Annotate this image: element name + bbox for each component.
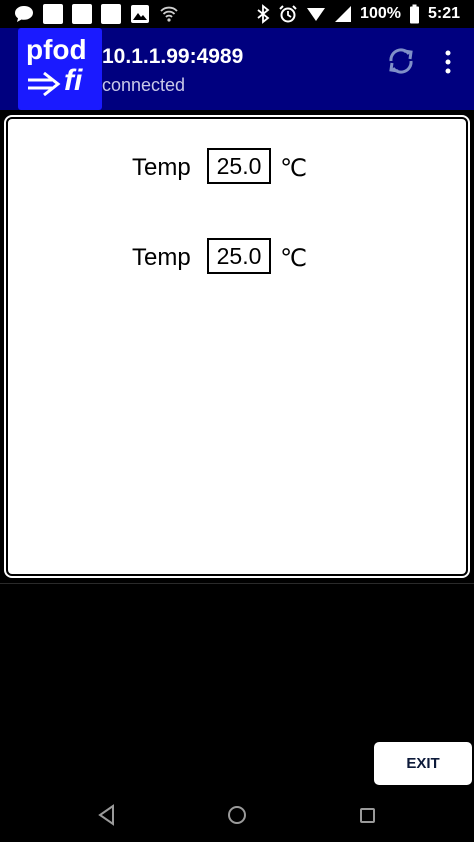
connection-host: 10.1.1.99:4989 <box>102 45 244 68</box>
system-status-icons: 100% 5:21 <box>256 4 460 24</box>
logo-text-top: pfod <box>26 34 87 65</box>
battery-icon <box>409 4 419 24</box>
alarm-icon <box>279 5 297 23</box>
back-icon[interactable] <box>97 804 117 826</box>
bluetooth-icon <box>257 4 270 24</box>
home-icon[interactable] <box>228 806 246 824</box>
refresh-icon[interactable] <box>385 45 417 77</box>
more-options-icon[interactable] <box>440 48 456 76</box>
square-icon <box>101 4 121 24</box>
arrow-right-icon <box>28 72 61 96</box>
notification-icons <box>14 4 179 24</box>
chat-icon <box>15 6 33 22</box>
image-icon <box>131 5 149 23</box>
reading-value: 25.0 <box>207 148 271 184</box>
status-bar: 100% 5:21 <box>0 0 474 28</box>
reading-label: Temp <box>132 244 191 271</box>
signal-icon <box>335 6 352 22</box>
pfodapp-logo: pfod fi <box>18 28 102 110</box>
battery-percent: 100% <box>360 5 401 22</box>
readings-panel: Temp 25.0 ℃ Temp 25.0 ℃ <box>6 117 468 576</box>
square-icon <box>43 4 63 24</box>
clock: 5:21 <box>427 5 460 22</box>
temp-reading-row: Temp 25.0 ℃ <box>8 147 466 187</box>
exit-button[interactable]: EXIT <box>374 742 472 785</box>
logo-text-bottom: fi <box>64 64 83 97</box>
divider <box>0 583 474 584</box>
reading-label: Temp <box>132 154 191 181</box>
square-icon <box>72 4 92 24</box>
signal-icon <box>307 8 326 21</box>
reading-unit: ℃ <box>280 245 307 272</box>
temp-reading-row: Temp 25.0 ℃ <box>8 237 466 277</box>
reading-value: 25.0 <box>207 238 271 274</box>
connection-status: connected <box>102 75 186 95</box>
reading-unit: ℃ <box>280 155 307 182</box>
navigation-bar <box>0 790 474 842</box>
wifi-icon <box>160 6 178 22</box>
recent-apps-icon[interactable] <box>360 808 375 823</box>
app-bar: pfod fi 10.1.1.99:4989 connected <box>0 28 474 110</box>
